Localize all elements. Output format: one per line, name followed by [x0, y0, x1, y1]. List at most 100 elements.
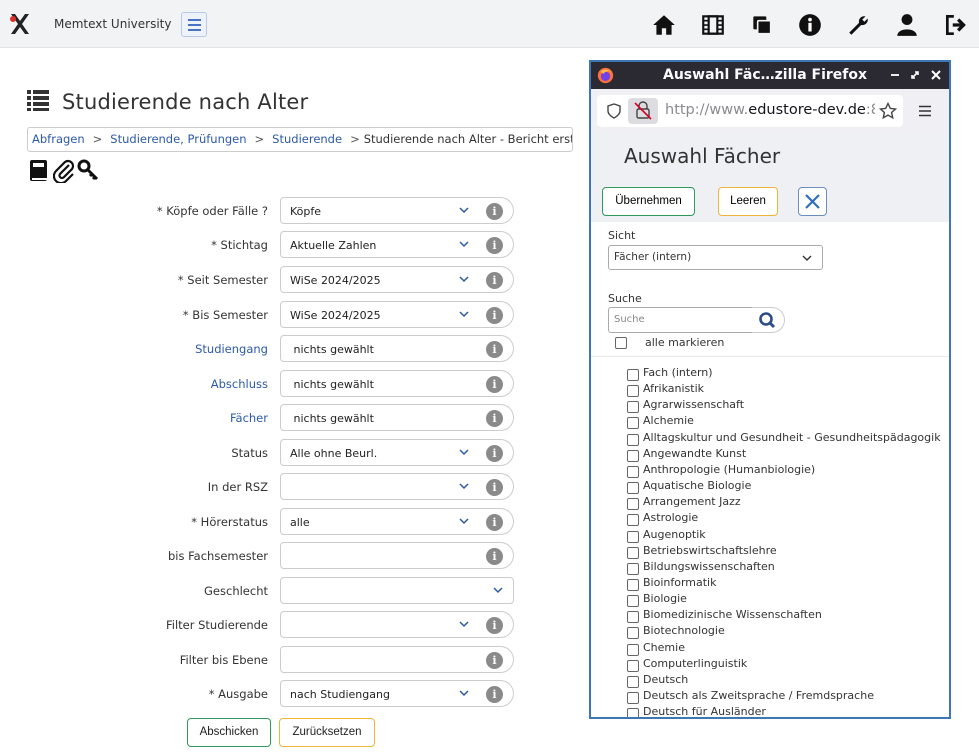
- bookmark-star-icon[interactable]: [878, 101, 898, 120]
- subject-checkbox[interactable]: [627, 675, 639, 688]
- url-text[interactable]: http://www.edustore-dev.de:8: [665, 102, 875, 118]
- field-info-button[interactable]: i: [479, 542, 514, 569]
- field-select[interactable]: [280, 577, 514, 604]
- subject-checkbox[interactable]: [627, 595, 639, 608]
- field-info-button[interactable]: i: [479, 335, 514, 362]
- field-label: * Stichtag: [211, 238, 268, 252]
- subject-checkbox[interactable]: [627, 578, 639, 591]
- university-logo-icon[interactable]: [8, 12, 32, 36]
- info-icon[interactable]: [797, 12, 823, 38]
- url-field[interactable]: http://www.edustore-dev.de:8: [597, 95, 903, 127]
- submit-button[interactable]: Abschicken: [187, 718, 271, 747]
- search-input[interactable]: Suche: [608, 307, 753, 333]
- field-info-button[interactable]: i: [479, 439, 514, 466]
- subject-list-item: Angewandte Kunst: [627, 447, 947, 463]
- browser-menu-icon[interactable]: [918, 103, 932, 117]
- form-row: * Köpfe oder Fälle ? Köpfe i: [0, 197, 520, 225]
- field-select[interactable]: nach Studiengang: [280, 680, 480, 707]
- subject-checkbox[interactable]: [627, 611, 639, 624]
- field-info-button[interactable]: i: [479, 646, 514, 673]
- field-select[interactable]: WiSe 2024/2025: [280, 301, 480, 328]
- copy-icon[interactable]: [749, 12, 775, 38]
- subject-checkbox[interactable]: [627, 482, 639, 495]
- reset-button[interactable]: Zurücksetzen: [279, 718, 375, 747]
- field-label[interactable]: Fächer: [230, 411, 268, 425]
- paperclip-icon[interactable]: [52, 159, 75, 185]
- subject-checkbox[interactable]: [627, 546, 639, 559]
- subject-checkbox[interactable]: [627, 401, 639, 414]
- field-info-button[interactable]: i: [479, 231, 514, 258]
- minimize-icon[interactable]: [888, 67, 902, 81]
- field-input[interactable]: nichts gewählt: [280, 335, 480, 362]
- form-row: Filter bis Ebene i: [0, 646, 520, 674]
- subject-label: Deutsch als Zweitsprache / Fremdsprache: [643, 689, 874, 702]
- view-select[interactable]: Fächer (intern): [608, 245, 823, 270]
- field-info-button[interactable]: i: [479, 370, 514, 397]
- field-label: Filter bis Ebene: [179, 653, 268, 667]
- subject-checkbox[interactable]: [627, 465, 639, 478]
- field-select[interactable]: [280, 473, 480, 500]
- info-icon: i: [486, 686, 503, 703]
- subject-checkbox[interactable]: [627, 449, 639, 462]
- wrench-icon[interactable]: [846, 12, 872, 38]
- film-icon[interactable]: [700, 12, 726, 38]
- breadcrumb-link-studierende[interactable]: Studierende: [272, 132, 342, 146]
- resize-icon[interactable]: [908, 67, 922, 81]
- subject-checkbox[interactable]: [627, 659, 639, 672]
- subject-checkbox[interactable]: [627, 433, 639, 446]
- select-all-checkbox[interactable]: [615, 337, 627, 349]
- field-select[interactable]: Alle ohne Beurl.: [280, 439, 480, 466]
- subject-checkbox[interactable]: [627, 498, 639, 511]
- field-select[interactable]: [280, 611, 480, 638]
- subject-checkbox[interactable]: [627, 708, 639, 717]
- popup-titlebar[interactable]: Auswahl Fäc…zilla Firefox: [591, 62, 949, 89]
- field-info-button[interactable]: i: [479, 508, 514, 535]
- field-input[interactable]: [280, 646, 480, 673]
- field-input[interactable]: nichts gewählt: [280, 370, 480, 397]
- field-label[interactable]: Studiengang: [195, 342, 268, 356]
- subject-checkbox[interactable]: [627, 562, 639, 575]
- field-input[interactable]: [280, 542, 480, 569]
- field-select[interactable]: alle: [280, 508, 480, 535]
- subject-checkbox[interactable]: [627, 385, 639, 398]
- home-icon[interactable]: [651, 12, 677, 38]
- field-info-button[interactable]: i: [479, 404, 514, 431]
- search-button[interactable]: [752, 307, 785, 333]
- field-select[interactable]: Köpfe: [280, 197, 480, 224]
- breadcrumb-link-studierende-pruefungen[interactable]: Studierende, Prüfungen: [110, 132, 246, 146]
- breadcrumb-link-abfragen[interactable]: Abfragen: [32, 132, 85, 146]
- insecure-connection-icon[interactable]: [628, 98, 658, 124]
- logout-icon[interactable]: [943, 12, 969, 38]
- brand-name[interactable]: Memtext University: [54, 17, 171, 31]
- field-select[interactable]: WiSe 2024/2025: [280, 266, 480, 293]
- subject-checkbox[interactable]: [627, 530, 639, 543]
- close-popup-button[interactable]: [798, 187, 827, 216]
- subject-checkbox[interactable]: [627, 627, 639, 640]
- field-info-button[interactable]: i: [479, 266, 514, 293]
- close-window-icon[interactable]: [929, 67, 943, 81]
- subject-checkbox[interactable]: [627, 369, 639, 381]
- subject-checkbox[interactable]: [627, 643, 639, 656]
- shield-icon[interactable]: [606, 103, 622, 119]
- key-icon[interactable]: [77, 159, 99, 183]
- book-icon[interactable]: [28, 159, 50, 183]
- subject-checkbox[interactable]: [627, 692, 639, 704]
- apply-button[interactable]: Übernehmen: [602, 187, 695, 216]
- list-icon: [27, 89, 49, 111]
- breadcrumb-separator: >: [254, 132, 265, 146]
- clear-button[interactable]: Leeren: [718, 187, 778, 216]
- field-info-button[interactable]: i: [479, 473, 514, 500]
- user-icon[interactable]: [894, 12, 920, 38]
- form-row: Status Alle ohne Beurl. i: [0, 439, 520, 467]
- field-info-button[interactable]: i: [479, 301, 514, 328]
- field-info-button[interactable]: i: [479, 197, 514, 224]
- field-input[interactable]: nichts gewählt: [280, 404, 480, 431]
- subject-checkbox[interactable]: [627, 514, 639, 527]
- field-select[interactable]: Aktuelle Zahlen: [280, 231, 480, 258]
- field-info-button[interactable]: i: [479, 680, 514, 707]
- subject-checkbox[interactable]: [627, 417, 639, 430]
- subject-label: Bildungswissenschaften: [643, 559, 775, 573]
- field-info-button[interactable]: i: [479, 611, 514, 638]
- field-label[interactable]: Abschluss: [211, 377, 268, 391]
- menu-toggle-button[interactable]: [181, 12, 207, 37]
